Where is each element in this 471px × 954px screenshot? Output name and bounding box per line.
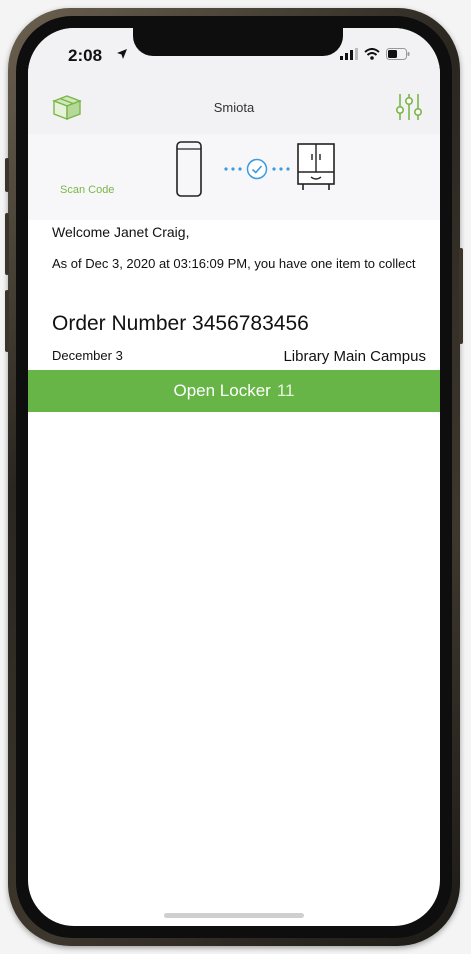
volume-down-button <box>5 290 9 352</box>
location-arrow-icon <box>117 49 127 59</box>
locker-icon <box>297 143 335 190</box>
phone-step-icon <box>176 141 202 197</box>
volume-up-button <box>5 213 9 275</box>
status-bar: 2:08 <box>28 28 440 86</box>
battery-icon <box>386 48 410 60</box>
pickup-location: Library Main Campus <box>283 348 426 365</box>
notch <box>133 28 343 56</box>
side-button <box>5 158 9 192</box>
scan-code-label: Scan Code <box>60 184 115 196</box>
welcome-text: Welcome Janet Craig, <box>52 224 190 240</box>
open-locker-button[interactable]: Open Locker 11 <box>28 370 440 412</box>
app-title: Smiota <box>213 100 255 115</box>
home-indicator[interactable] <box>164 913 304 918</box>
step-dots-right <box>272 167 290 171</box>
order-number: Order Number 3456783456 <box>52 312 309 335</box>
order-date: December 3 <box>52 348 123 363</box>
power-button <box>459 248 463 344</box>
status-time: 2:08 <box>68 46 103 65</box>
check-circle-icon <box>246 158 268 180</box>
locker-number: 11 <box>276 381 295 400</box>
step-dots-left <box>224 167 242 171</box>
cellular-signal-icon <box>340 48 358 60</box>
open-locker-label: Open Locker <box>173 381 271 400</box>
phone-frame: 2:08 Smiota Scan Code Welcome Janet Crai… <box>5 8 463 946</box>
collect-status-text: As of Dec 3, 2020 at 03:16:09 PM, you ha… <box>52 256 416 271</box>
progress-stepper: Scan Code <box>28 134 440 220</box>
screen: 2:08 Smiota Scan Code Welcome Janet Crai… <box>28 28 440 926</box>
bezel: 2:08 Smiota Scan Code Welcome Janet Crai… <box>16 16 452 938</box>
wifi-icon <box>364 48 380 60</box>
sliders-icon[interactable] <box>394 90 424 124</box>
status-icons <box>340 48 410 60</box>
nav-bar: Smiota <box>28 86 440 135</box>
